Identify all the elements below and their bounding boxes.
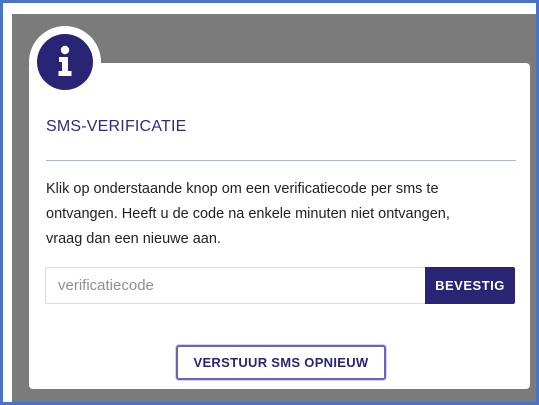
dialog-title: SMS-VERIFICATIE	[46, 118, 187, 135]
title-divider	[46, 160, 516, 161]
dialog-description: Klik op onderstaande knop om een verific…	[46, 177, 521, 252]
info-icon	[37, 34, 93, 90]
description-line: vraag dan een nieuwe aan.	[46, 231, 221, 247]
verification-code-group: BEVESTIG	[45, 267, 515, 304]
description-line: ontvangen. Heeft u de code na enkele min…	[46, 206, 450, 222]
confirm-button[interactable]: BEVESTIG	[425, 267, 515, 304]
verification-code-input[interactable]	[45, 267, 425, 304]
info-badge	[29, 26, 101, 98]
description-line: Klik op onderstaande knop om een verific…	[46, 181, 439, 197]
resend-sms-button[interactable]: VERSTUUR SMS OPNIEUW	[176, 345, 386, 380]
